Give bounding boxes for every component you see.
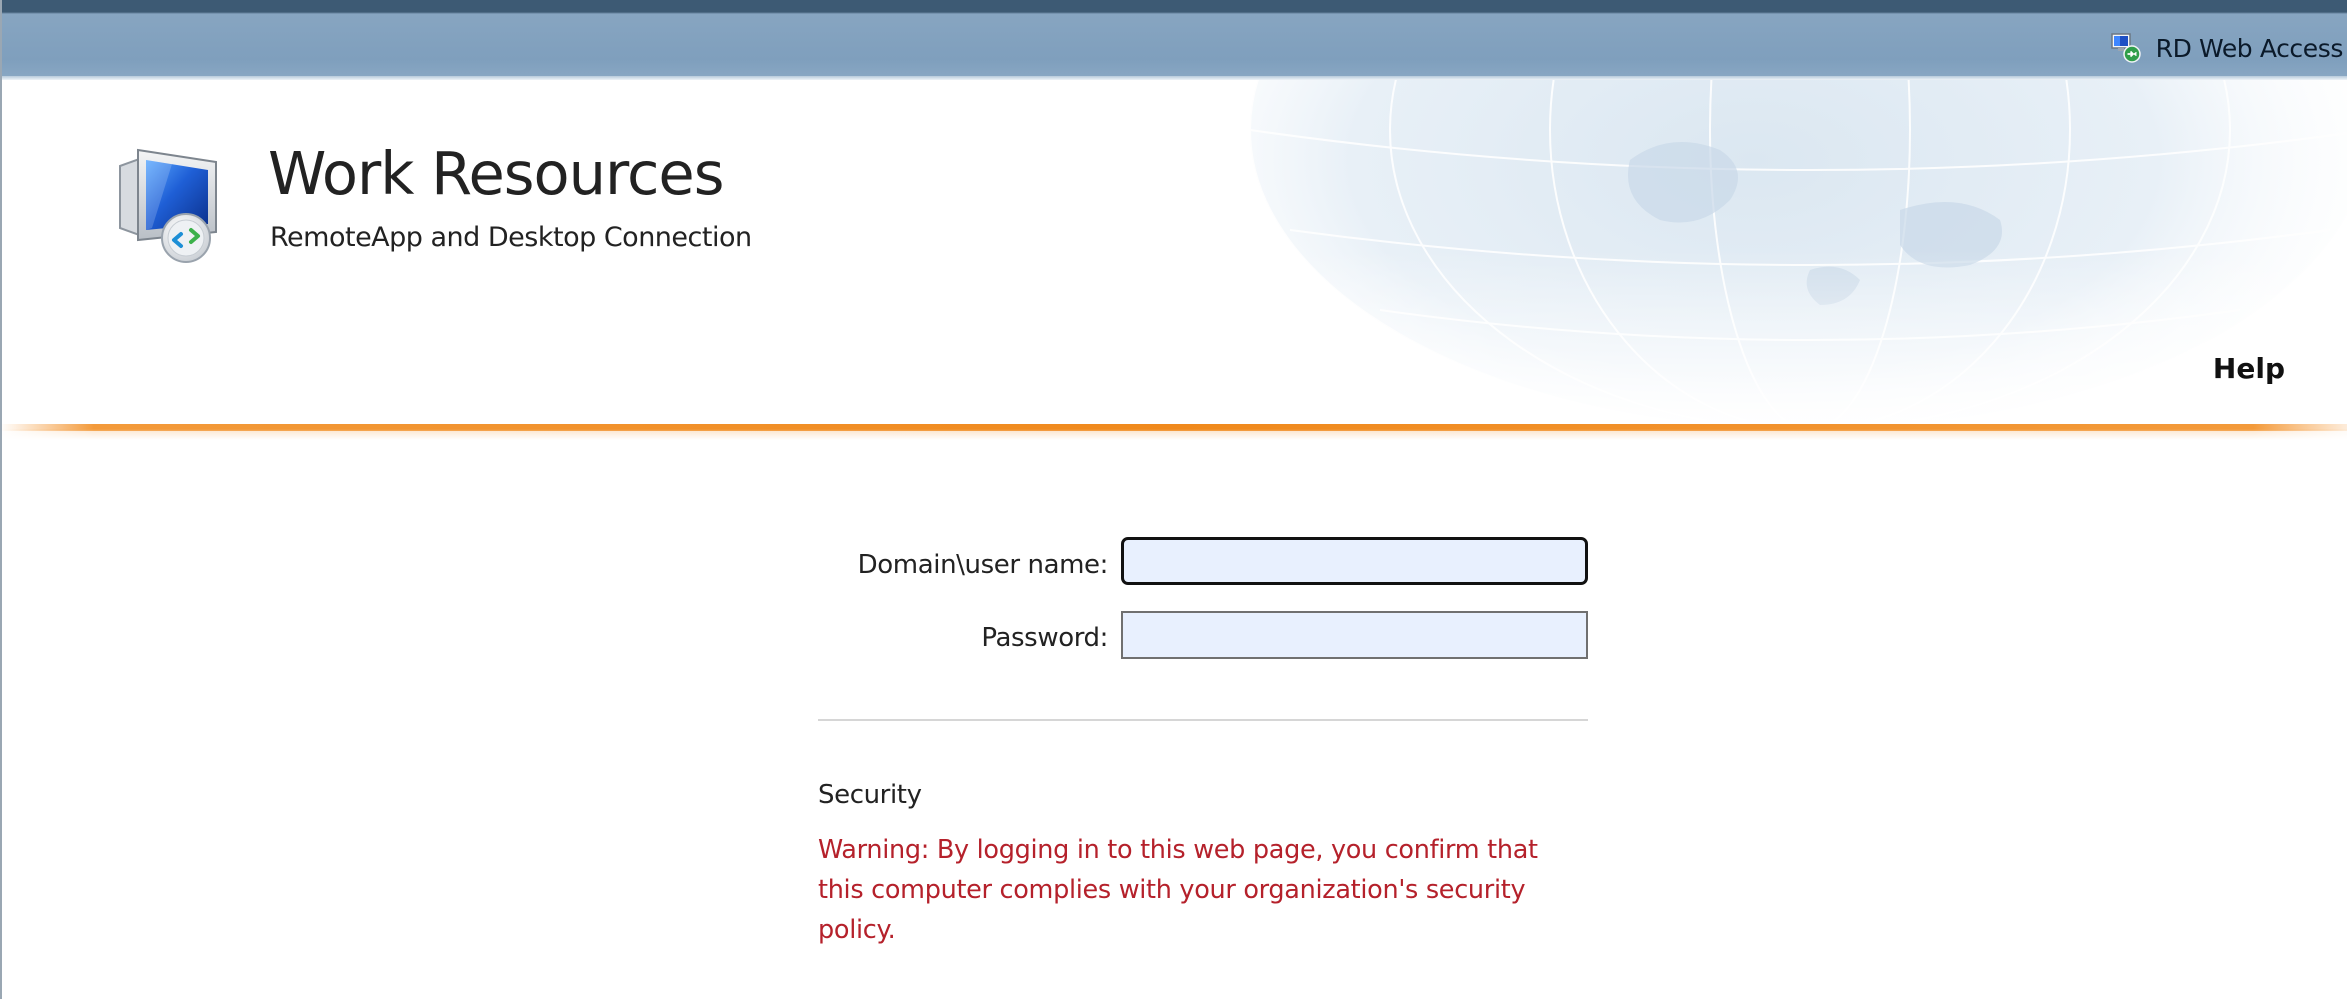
username-input[interactable] bbox=[1121, 537, 1588, 585]
help-link[interactable]: Help bbox=[2213, 352, 2285, 385]
username-label: Domain\user name: bbox=[857, 550, 1109, 580]
page-title: Work Resources bbox=[268, 139, 724, 208]
header: Work Resources RemoteApp and Desktop Con… bbox=[0, 80, 2347, 420]
security-heading: Security bbox=[818, 780, 922, 810]
rd-web-access-login-page: RD Web Access Work Resources RemoteApp a… bbox=[0, 0, 2347, 999]
rd-web-access-icon bbox=[2110, 33, 2141, 63]
form-divider bbox=[818, 719, 1588, 721]
top-bar: RD Web Access bbox=[0, 0, 2347, 80]
globe-watermark bbox=[1250, 80, 2347, 420]
password-label: Password: bbox=[981, 623, 1108, 653]
rd-web-access-label: RD Web Access bbox=[2155, 33, 2344, 63]
page-subtitle: RemoteApp and Desktop Connection bbox=[270, 222, 752, 253]
rd-web-access-brand: RD Web Access bbox=[2110, 28, 2343, 68]
window-left-edge bbox=[0, 0, 2, 999]
password-input[interactable] bbox=[1121, 611, 1588, 659]
orange-divider bbox=[0, 424, 2347, 440]
security-warning: Warning: By logging in to this web page,… bbox=[818, 835, 1538, 945]
remote-desktop-monitor-icon bbox=[119, 148, 217, 263]
